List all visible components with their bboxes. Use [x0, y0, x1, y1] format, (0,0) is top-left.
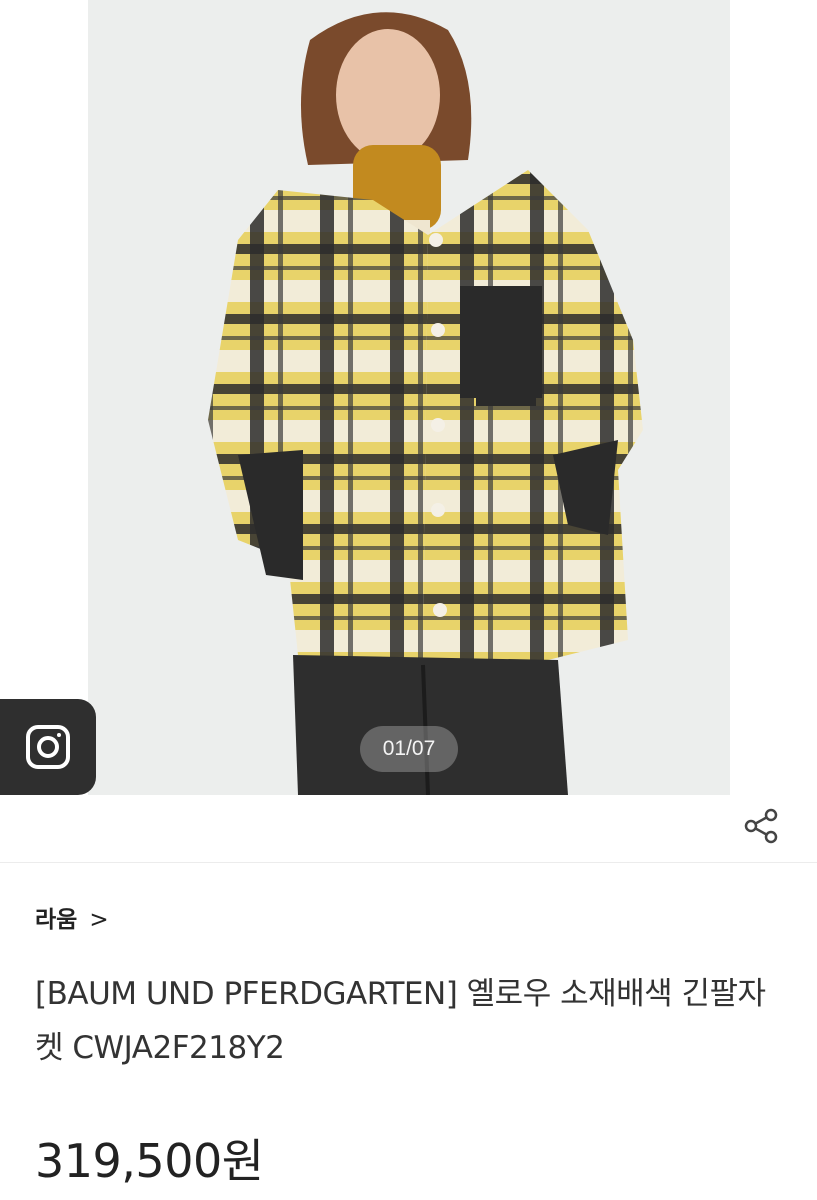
product-price: 319,500원: [35, 1134, 264, 1188]
brand-name: 라움: [35, 907, 78, 933]
share-icon: [744, 808, 778, 844]
chevron-right-icon: >: [89, 907, 109, 933]
camera-button[interactable]: [0, 699, 96, 795]
product-title-line-2: 켓 CWJA2F218Y2: [35, 1030, 285, 1066]
camera-icon: [26, 725, 70, 769]
brand-link[interactable]: 라움 >: [35, 900, 109, 934]
product-image-gallery[interactable]: 01/07: [0, 0, 817, 795]
product-title-line-1: [BAUM UND PFERDGARTEN] 옐로우 소재배색 긴팔자: [35, 976, 766, 1012]
share-button[interactable]: [740, 805, 782, 847]
share-row: [0, 795, 817, 863]
image-counter: 01/07: [360, 726, 458, 772]
product-title: [BAUM UND PFERDGARTEN] 옐로우 소재배색 긴팔자 켓 CW…: [35, 967, 785, 1075]
product-photo[interactable]: [88, 0, 730, 795]
